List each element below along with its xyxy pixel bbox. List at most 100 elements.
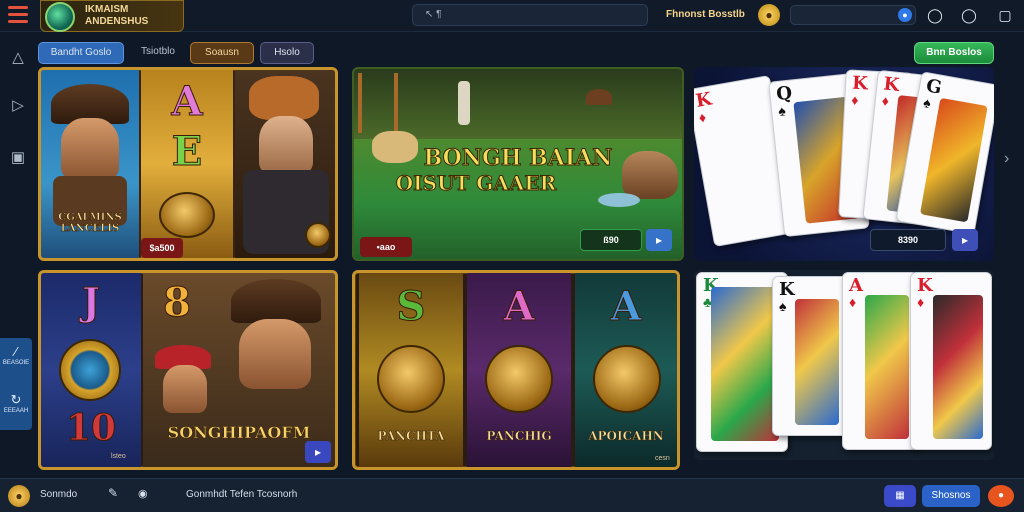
play-control-icon[interactable]: ▸ (952, 229, 978, 251)
tile-title-line2: OISUT GAAER (395, 171, 557, 196)
dock-item-label: BEASOIE (2, 360, 30, 366)
tile-small-label: lsteo (111, 453, 126, 460)
hamburger-menu-icon[interactable] (8, 6, 28, 24)
reel-letter: A (610, 283, 642, 331)
play-control-icon[interactable]: ▸ (305, 441, 331, 463)
spade-suit-icon: ♠ (777, 102, 787, 119)
reel-letter-e: E (171, 128, 203, 176)
fox-head (249, 76, 319, 120)
playing-card: K ♠ (772, 276, 848, 436)
captain-face (239, 319, 311, 389)
diamond-suit-icon: ♦ (917, 294, 925, 310)
spade-suit-icon: ♠ (779, 298, 787, 314)
reel-one: S PANCHTA (359, 273, 463, 467)
footer-button[interactable]: Shosnos (922, 485, 980, 507)
avatar-icon[interactable]: ● (8, 485, 30, 507)
playing-card: A ♦ (842, 272, 918, 450)
tag-icon[interactable]: ✎ (108, 486, 118, 500)
food-bowl (598, 193, 640, 207)
promo-icon[interactable]: ▷ (8, 96, 28, 116)
tab-three[interactable]: Soausn (190, 42, 254, 64)
hat-shape (231, 279, 321, 323)
bet-chip[interactable]: $a500 (141, 238, 183, 258)
game-tile-court-cards[interactable]: K ♣ K ♠ A ♦ K ♦ (694, 270, 994, 460)
tile-title: SONGHIPAOFM (167, 423, 311, 443)
gamepad-icon[interactable]: ◯ (926, 6, 944, 24)
reel-letter-10: 10 (65, 407, 117, 450)
dock-item-one[interactable]: ∕ BEASOIE (0, 344, 32, 366)
gold-emblem-symbol (377, 345, 445, 413)
cta-button[interactable]: Bnn Boslos (914, 42, 994, 64)
reel-three: A APOICAHN (575, 273, 677, 467)
tab-two[interactable]: Tsiotblo (132, 42, 184, 64)
top-bar: IKMAISM ANDENSHUS ↖ ¶ Fhnonst Bosstlb ● … (0, 0, 1024, 32)
logo-orb-icon (45, 2, 75, 32)
dock-item-two[interactable]: ↻ EEEAAH (0, 392, 32, 414)
mushroom-shape (586, 89, 612, 105)
dock-item-label: EEEAAH (3, 408, 29, 414)
notification-icon[interactable]: ◯ (960, 6, 978, 24)
cat-figure (622, 151, 678, 199)
site-logo[interactable]: IKMAISM ANDENSHUS (40, 0, 184, 32)
old-man-face (259, 116, 313, 174)
game-tile-slot-reels[interactable]: S PANCHTA A PANCHIG A APOICAHN cesn (352, 270, 680, 470)
reel-right (235, 70, 335, 258)
adventurer-face (61, 118, 119, 180)
reel-letter-a: A (171, 78, 203, 126)
card-rank: K (779, 279, 795, 300)
court-card-art (711, 287, 779, 441)
logo-text: IKMAISM ANDENSHUS (85, 4, 149, 27)
reel-two: A PANCHIG (467, 273, 571, 467)
bonus-label[interactable]: Fhnonst Bosstlb (666, 9, 745, 20)
reel-label: APOICAHN (588, 429, 664, 444)
coin-icon[interactable]: ● (758, 4, 780, 26)
reel-left: CGALMINS LANCELIS (41, 70, 139, 258)
gold-coin-symbol (159, 192, 215, 238)
reel-label: PANCHTA (377, 429, 445, 444)
game-tile-cards[interactable]: K ♦ Q ♠ K ♦ K ♦ G ♠ 8390 ▸ (694, 67, 994, 261)
game-tile-slot-adventurer[interactable]: CGALMINS LANCELIS A E $a500 (38, 67, 338, 261)
playing-card: K ♦ (910, 272, 992, 450)
amount-chip[interactable]: ß90 (580, 229, 642, 251)
dock-refresh-icon: ↻ (10, 392, 22, 407)
ladder-shape (358, 73, 398, 133)
diamond-suit-icon: ♦ (697, 108, 708, 126)
diamond-suit-icon: ♦ (881, 92, 890, 110)
diamond-suit-icon: ♦ (850, 91, 859, 109)
chevron-right-icon[interactable]: › (1004, 150, 1009, 168)
court-card-art (933, 295, 983, 439)
game-tile-slot-sailors[interactable]: J 10 8 SONGHIPAOFM lsteo ▸ (38, 270, 338, 470)
footer-links[interactable]: Gonmhdt Tefen Tcosnorh (186, 489, 297, 500)
grid-icon[interactable]: ▦ (884, 485, 916, 507)
diamond-suit-icon: ♦ (849, 294, 857, 310)
wallet-icon[interactable]: ▢ (996, 6, 1014, 24)
reel-right: 8 SONGHIPAOFM (143, 273, 335, 467)
bet-chip[interactable]: •aao (360, 237, 412, 257)
search-input[interactable]: ↖ ¶ (412, 4, 648, 26)
spade-suit-icon: ♠ (922, 94, 933, 112)
tile-small-label: cesn (655, 455, 670, 462)
balance-add-icon[interactable]: ● (898, 8, 912, 22)
court-card-art (795, 299, 839, 425)
chat-icon[interactable]: ● (988, 485, 1014, 507)
card-rank: K (851, 72, 869, 95)
tile-title: CGALMINS LANCELIS (58, 212, 122, 235)
tab-one[interactable]: Bandht Goslo (38, 42, 124, 64)
sports-icon[interactable]: △ (8, 48, 28, 68)
user-label[interactable]: Sonmdo (40, 489, 77, 500)
reel-letter: A (503, 283, 535, 331)
compass-symbol (59, 339, 121, 401)
screen-icon[interactable]: ▣ (8, 148, 28, 168)
balance-field[interactable]: ● (790, 5, 916, 25)
forest-backdrop (354, 69, 682, 139)
gold-emblem-symbol (593, 345, 661, 413)
coin-small-icon (305, 222, 331, 248)
tab-four[interactable]: Hsolo (260, 42, 314, 64)
court-card-art (865, 295, 909, 439)
gold-emblem-symbol (485, 345, 553, 413)
badge-icon[interactable]: ◉ (138, 487, 148, 500)
sailor-face (163, 365, 207, 413)
play-control-icon[interactable]: ▸ (646, 229, 672, 251)
game-tile-field[interactable]: BONGH BAIAN OISUT GAAER •aao ß90 ▸ (352, 67, 684, 261)
amount-chip[interactable]: 8390 (870, 229, 946, 251)
